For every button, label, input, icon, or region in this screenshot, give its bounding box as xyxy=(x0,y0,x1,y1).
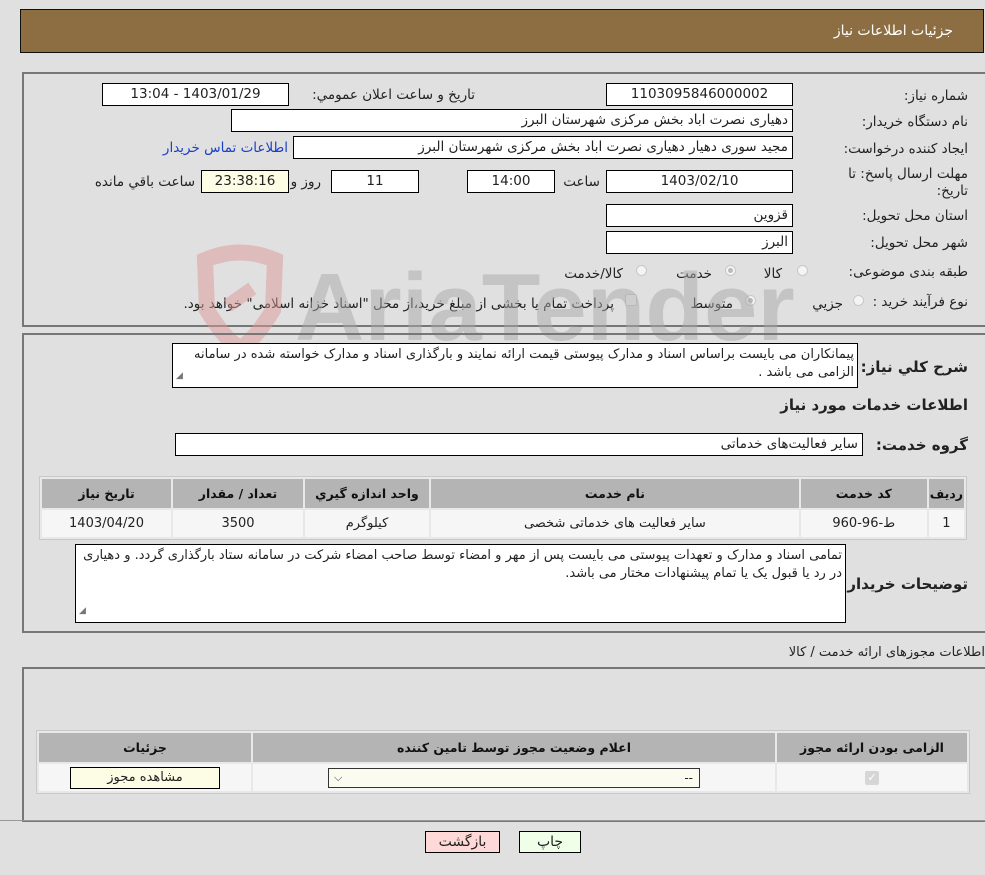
col-index: رديف xyxy=(928,479,964,508)
cell-index: 1 xyxy=(928,510,964,537)
resize-grip-icon[interactable]: ◢ xyxy=(176,367,183,385)
category-service-radio[interactable] xyxy=(725,265,736,276)
services-table-header: رديف كد خدمت نام خدمت واحد اندازه گيري ت… xyxy=(42,479,964,508)
licenses-section-title: اطلاعات مجوزهای ارائه خدمت / کالا xyxy=(788,645,985,660)
process-label: نوع فرآیند خرید : xyxy=(872,294,968,310)
col-required: الزامی بودن ارائه مجوز xyxy=(777,733,967,762)
cell-details: مشاهده مجوز xyxy=(39,764,251,791)
col-name: نام خدمت xyxy=(431,479,799,508)
cell-name: سایر فعالیت های خدماتی شخصی xyxy=(431,510,799,537)
services-table: رديف كد خدمت نام خدمت واحد اندازه گيري ت… xyxy=(39,476,967,540)
city-field: البرز xyxy=(606,231,793,254)
service-group-label: گروه خدمت: xyxy=(875,436,968,454)
licenses-table-header: الزامی بودن ارائه مجوز اعلام وضعیت مجوز … xyxy=(39,733,967,762)
service-group-field: سایر فعالیت‌های خدماتی xyxy=(175,433,863,456)
process-minor-radio[interactable] xyxy=(853,295,864,306)
creator-label: ایجاد کننده درخواست: xyxy=(843,141,968,157)
table-row: ✓ -- ⌵ مشاهده مجوز xyxy=(39,764,967,791)
province-label: استان محل تحویل: xyxy=(862,208,968,224)
table-row: 1 ط-96-960 سایر فعالیت های خدماتی شخصی ک… xyxy=(42,510,964,537)
description-textarea[interactable]: پیمانکاران می بایست براساس اسناد و مدارک… xyxy=(172,343,858,388)
deadline-time-label: ساعت xyxy=(563,174,600,190)
days-remaining-field: 11 xyxy=(331,170,419,193)
buyer-notes-textarea[interactable]: تمامی اسناد و مدارک و تعهدات پیوستی می ب… xyxy=(75,544,846,623)
city-label: شهر محل تحویل: xyxy=(870,235,968,251)
buyer-notes-text: تمامی اسناد و مدارک و تعهدات پیوستی می ب… xyxy=(83,548,842,581)
need-number-label: شماره نیاز: xyxy=(903,88,968,104)
process-minor-label: جزيي xyxy=(812,296,843,312)
chevron-down-icon: ⌵ xyxy=(334,770,343,784)
description-text: پیمانکاران می بایست براساس اسناد و مدارک… xyxy=(194,347,854,380)
resize-grip-icon[interactable]: ◢ xyxy=(79,602,86,620)
footer-divider xyxy=(0,820,985,821)
col-code: كد خدمت xyxy=(800,479,927,508)
cell-unit: کیلوگرم xyxy=(305,510,429,537)
announce-datetime-field: 1403/01/29 - 13:04 xyxy=(102,83,289,106)
print-button[interactable]: چاپ xyxy=(519,831,581,853)
required-checkbox: ✓ xyxy=(865,771,879,785)
category-service-label: خدمت xyxy=(676,266,712,282)
services-section-title: اطلاعات خدمات مورد نياز xyxy=(780,396,968,414)
licenses-table: الزامی بودن ارائه مجوز اعلام وضعیت مجوز … xyxy=(36,730,970,794)
announce-label: تاریخ و ساعت اعلان عمومي: xyxy=(312,87,475,103)
buyer-notes-label: توضیحات خریدار: xyxy=(841,575,968,593)
deadline-label: مهلت ارسال پاسخ: تا تاریخ: xyxy=(848,166,968,199)
need-number-field: 1103095846000002 xyxy=(606,83,793,106)
col-status: اعلام وضعیت مجوز توسط تامین کننده xyxy=(253,733,775,762)
province-field: قزوین xyxy=(606,204,793,227)
remaining-time-field: 23:38:16 xyxy=(201,170,289,193)
category-goods-radio[interactable] xyxy=(797,265,808,276)
cell-required: ✓ xyxy=(777,764,967,791)
view-license-button[interactable]: مشاهده مجوز xyxy=(70,766,220,789)
deadline-date-field: 1403/02/10 xyxy=(606,170,793,193)
cell-status: -- ⌵ xyxy=(253,764,775,791)
back-button[interactable]: بازگشت xyxy=(425,831,500,853)
buyer-org-field: دهیاری نصرت اباد بخش مرکزی شهرستان البرز xyxy=(231,109,793,132)
col-qty: تعداد / مقدار xyxy=(173,479,303,508)
category-goods-service-label: کالا/خدمت xyxy=(564,266,623,282)
col-unit: واحد اندازه گيري xyxy=(305,479,429,508)
category-label: طبقه بندی موضوعی: xyxy=(848,264,968,280)
license-status-select[interactable]: -- ⌵ xyxy=(328,767,700,788)
category-goods-service-radio[interactable] xyxy=(636,265,647,276)
cell-code: ط-96-960 xyxy=(800,510,927,537)
page-header: جزئیات اطلاعات نیاز xyxy=(20,9,984,53)
buyer-org-label: نام دستگاه خريدار: xyxy=(861,114,968,130)
deadline-time-field: 14:00 xyxy=(467,170,555,193)
cell-date: 1403/04/20 xyxy=(42,510,171,537)
license-status-value: -- xyxy=(684,770,693,785)
process-medium-label: متوسط xyxy=(690,296,733,312)
page-title: جزئیات اطلاعات نیاز xyxy=(833,23,953,39)
description-label: شرح كلي نياز: xyxy=(860,358,968,376)
category-goods-label: کالا xyxy=(763,266,782,282)
col-date: تاريخ نياز xyxy=(42,479,171,508)
process-medium-radio[interactable] xyxy=(745,295,756,306)
treasury-note: پرداخت تمام یا بخشی از مبلغ خرید،از محل … xyxy=(183,296,614,312)
col-details: جزئیات xyxy=(39,733,251,762)
remaining-label: ساعت باقي مانده xyxy=(94,174,195,190)
creator-field: مجید سوری دهیار دهیاری نصرت اباد بخش مرک… xyxy=(293,136,793,159)
cell-qty: 3500 xyxy=(173,510,303,537)
treasury-checkbox[interactable] xyxy=(625,294,637,306)
buyer-contact-link[interactable]: اطلاعات تماس خریدار xyxy=(163,140,288,156)
days-label: روز و xyxy=(290,174,321,190)
